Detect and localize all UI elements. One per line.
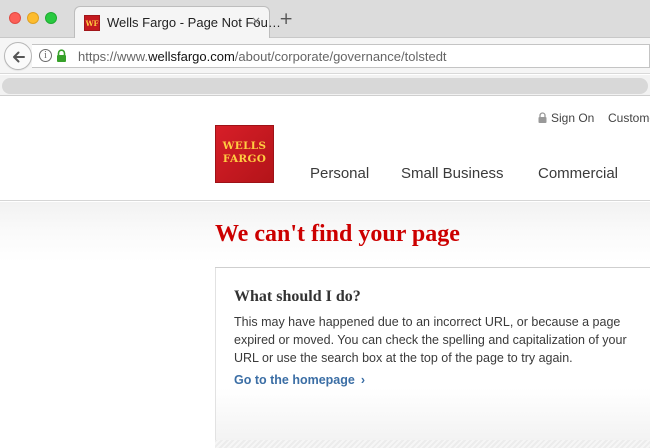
panel-heading: What should I do? xyxy=(234,288,361,305)
new-tab-icon[interactable]: + xyxy=(279,11,293,28)
homepage-link-label: Go to the homepage xyxy=(234,373,355,387)
logo-line-2: FARGO xyxy=(222,153,267,165)
chevron-right-icon: › xyxy=(360,373,366,387)
back-arrow-icon xyxy=(13,51,25,63)
logo-line-1: WELLS xyxy=(222,140,267,152)
wells-fargo-logo[interactable]: WELLS FARGO xyxy=(215,125,274,183)
url-prefix: https://www. xyxy=(78,49,149,64)
bookmarks-bar-placeholder xyxy=(2,78,648,94)
url-bar[interactable]: i https://www.wellsfargo.com/about/corpo… xyxy=(32,44,650,68)
panel-body-text: This may have happened due to an incorre… xyxy=(234,315,627,365)
help-panel: What should I do? This may have happened… xyxy=(215,268,650,440)
nav-personal[interactable]: Personal xyxy=(310,165,369,182)
bookmarks-bar xyxy=(0,75,650,96)
minimize-window-button[interactable] xyxy=(27,12,39,24)
url-host: wellsfargo.com xyxy=(148,49,235,64)
homepage-link[interactable]: Go to the homepage › xyxy=(234,373,365,387)
nav-commercial[interactable]: Commercial xyxy=(538,165,618,182)
url-text[interactable]: https://www.wellsfargo.com/about/corpora… xyxy=(78,49,447,64)
page-title: We can't find your page xyxy=(215,221,460,247)
zoom-window-button[interactable] xyxy=(45,12,57,24)
site-header: Sign On Custome WELLS FARGO Personal Sma… xyxy=(0,97,650,201)
wells-fargo-favicon: WF xyxy=(84,15,100,31)
customer-service-link[interactable]: Custome xyxy=(608,111,650,125)
lock-icon xyxy=(57,49,66,62)
url-path: /about/corporate/governance/tolstedt xyxy=(234,49,447,64)
browser-navbar: i https://www.wellsfargo.com/about/corpo… xyxy=(0,38,650,74)
lock-icon xyxy=(538,112,547,123)
nav-small-business[interactable]: Small Business xyxy=(401,165,504,182)
tab-close-icon[interactable]: × xyxy=(251,14,261,28)
back-button[interactable] xyxy=(4,42,32,70)
sign-on-label: Sign On xyxy=(551,111,595,125)
panel-footer-pattern xyxy=(215,440,650,448)
main-content: We can't find your page What should I do… xyxy=(0,202,650,448)
sign-on-link[interactable]: Sign On xyxy=(538,111,594,125)
info-icon[interactable]: i xyxy=(39,49,52,62)
close-window-button[interactable] xyxy=(9,12,21,24)
browser-titlebar: WF Wells Fargo - Page Not Fou… × + xyxy=(0,0,650,39)
browser-tab[interactable]: WF Wells Fargo - Page Not Fou… × xyxy=(74,6,281,39)
